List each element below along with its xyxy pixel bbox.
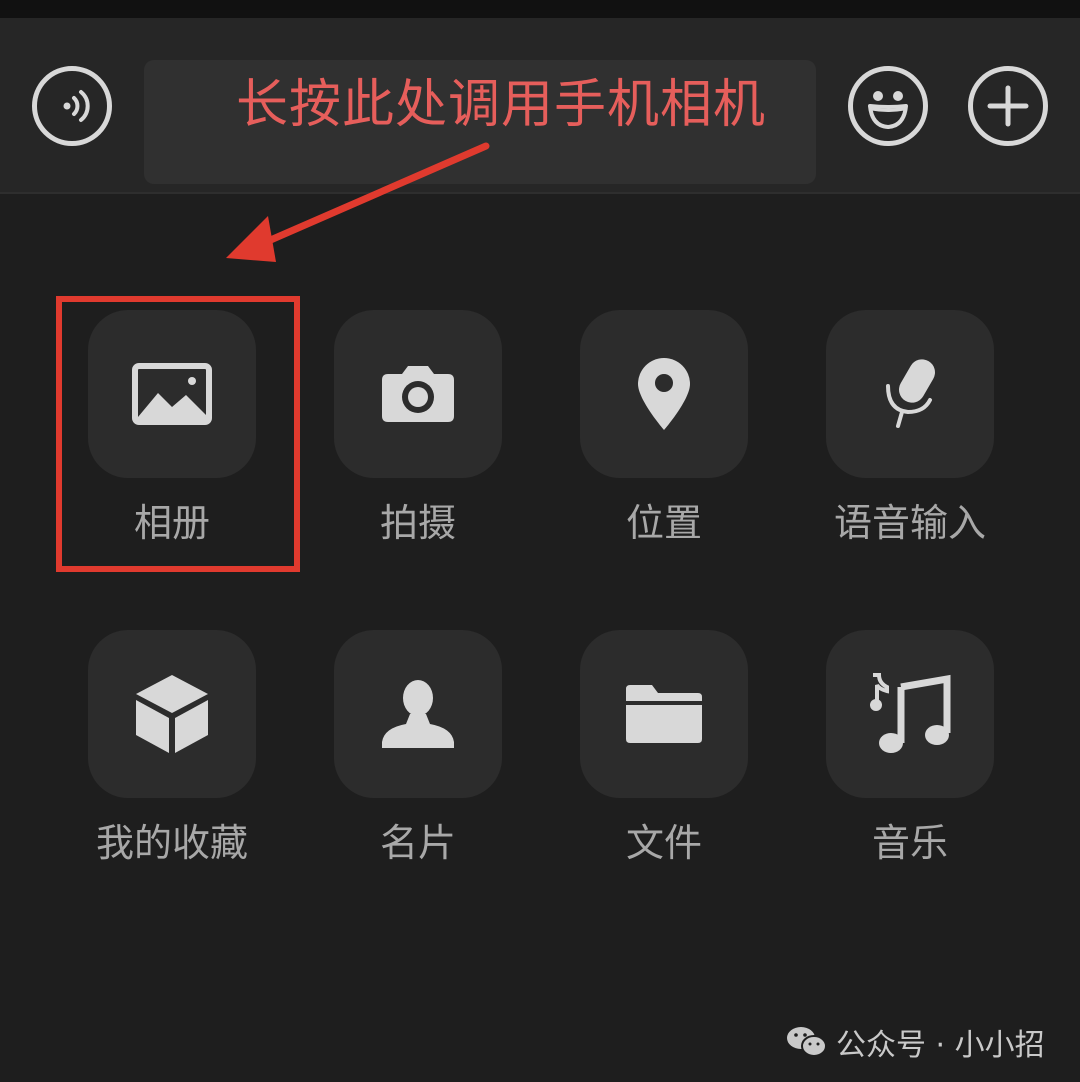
file-tile[interactable] <box>580 630 748 798</box>
voice-input-label: 语音输入 <box>833 501 986 545</box>
music-label: 音乐 <box>871 821 948 865</box>
watermark-text: 公众号 · 小小招 <box>836 1028 1045 1063</box>
favorites-tile[interactable] <box>88 630 256 798</box>
music-note-icon <box>870 673 951 753</box>
photo-album-icon <box>132 363 212 425</box>
panel-item-file[interactable]: 文件 <box>541 630 787 890</box>
location-pin-icon <box>638 358 690 430</box>
emoji-button[interactable] <box>848 66 928 146</box>
panel-item-favorites[interactable]: 我的收藏 <box>49 630 295 890</box>
panel-item-music[interactable]: 音乐 <box>787 630 1033 890</box>
panel-item-album[interactable]: 相册 <box>49 310 295 570</box>
wechat-logo-icon <box>787 1027 827 1057</box>
watermark: 公众号 · 小小招 <box>786 1020 1045 1064</box>
album-tile[interactable] <box>88 310 256 478</box>
panel-item-contact-card[interactable]: 名片 <box>295 630 541 890</box>
voice-wave-icon <box>63 90 90 122</box>
folder-icon <box>626 685 702 743</box>
voice-toggle-button[interactable] <box>32 66 112 146</box>
panel-item-voice-input[interactable]: 语音输入 <box>787 310 1033 570</box>
panel-item-location[interactable]: 位置 <box>541 310 787 570</box>
top-strip <box>0 0 1080 18</box>
file-label: 文件 <box>625 821 702 865</box>
panel-item-camera[interactable]: 拍摄 <box>295 310 541 570</box>
wechat-chat-screen: 长按此处调用手机相机 相册 拍摄 位置 语音输入 我的收藏 名片 文件 音乐 公… <box>0 0 1080 1082</box>
plus-icon <box>987 85 1029 127</box>
annotation-callout-text: 长按此处调用手机相机 <box>236 75 767 135</box>
favorites-label: 我的收藏 <box>95 821 248 865</box>
location-tile[interactable] <box>580 310 748 478</box>
voice-input-tile[interactable] <box>826 310 994 478</box>
contact-card-tile[interactable] <box>334 630 502 798</box>
location-label: 位置 <box>625 501 702 545</box>
camera-label: 拍摄 <box>379 501 456 545</box>
album-label: 相册 <box>133 501 210 545</box>
music-tile[interactable] <box>826 630 994 798</box>
favorites-cube-icon <box>136 675 208 753</box>
more-plus-button[interactable] <box>968 66 1048 146</box>
contact-card-label: 名片 <box>379 821 456 865</box>
microphone-icon <box>886 359 935 428</box>
camera-icon <box>382 366 454 422</box>
contact-card-icon <box>382 680 454 748</box>
smiley-icon <box>868 91 908 129</box>
camera-tile[interactable] <box>334 310 502 478</box>
